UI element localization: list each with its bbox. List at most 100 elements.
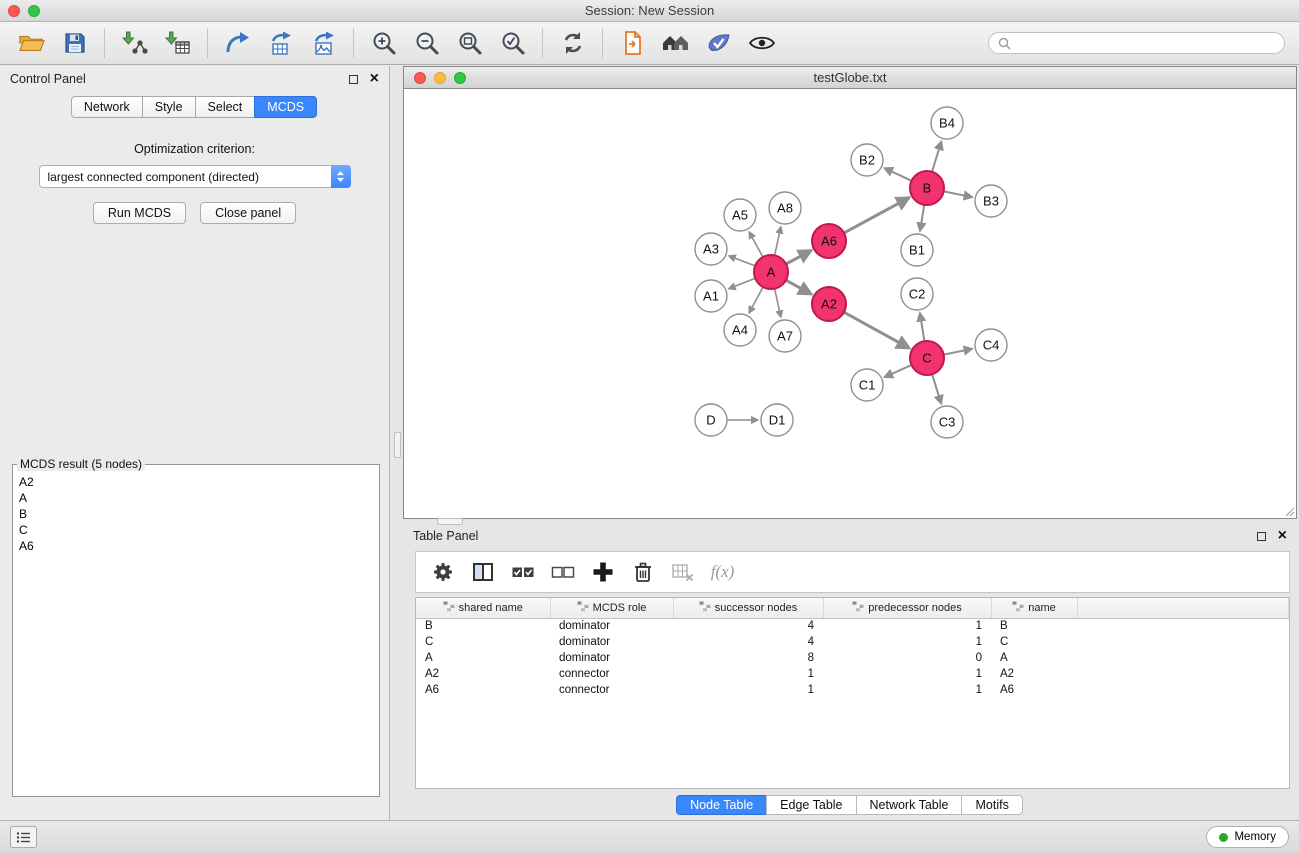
edge-B-B1[interactable] (920, 205, 924, 231)
zoom-selected-button[interactable] (491, 25, 534, 62)
window-resize-grip[interactable] (1283, 505, 1295, 517)
node-B2[interactable]: B2 (851, 144, 883, 176)
node-B3[interactable]: B3 (975, 185, 1007, 217)
node-B1[interactable]: B1 (901, 234, 933, 266)
unselect-all-button[interactable] (544, 554, 581, 590)
result-item[interactable]: C (19, 522, 373, 538)
table-row[interactable]: Adominator80A (416, 650, 1289, 666)
edge-B-B3[interactable] (944, 191, 973, 197)
column-header-predecessor-nodes[interactable]: predecessor nodes (823, 598, 991, 618)
optimization-select[interactable]: largest connected component (directed) (39, 165, 351, 188)
delete-table-button[interactable] (664, 554, 701, 590)
vertical-splitter-grip[interactable] (394, 432, 401, 458)
show-hide-details-button[interactable] (740, 25, 783, 62)
edge-A6-B[interactable] (844, 198, 909, 233)
cell-shared-name[interactable]: C (416, 634, 550, 650)
cell-mcds-role[interactable]: connector (550, 666, 673, 682)
cell-mcds-role[interactable]: dominator (550, 618, 673, 634)
open-file-button[interactable] (10, 25, 53, 62)
column-header-successor-nodes[interactable]: successor nodes (673, 598, 823, 618)
node-A6[interactable]: A6 (812, 224, 846, 258)
edge-A-A2[interactable] (786, 280, 812, 294)
edge-A-A1[interactable] (729, 278, 756, 289)
select-all-button[interactable] (504, 554, 541, 590)
delete-row-button[interactable] (624, 554, 661, 590)
tab-select[interactable]: Select (195, 96, 256, 118)
table-row[interactable]: A6connector11A6 (416, 682, 1289, 698)
cell-name[interactable]: A6 (991, 682, 1077, 698)
add-row-button[interactable] (584, 554, 621, 590)
tab-motifs[interactable]: Motifs (961, 795, 1022, 815)
cell-predecessor-nodes[interactable]: 1 (823, 634, 991, 650)
tab-edge-table[interactable]: Edge Table (766, 795, 856, 815)
table-panel-close-icon[interactable]: × (1278, 530, 1287, 542)
column-header-mcds-role[interactable]: MCDS role (550, 598, 673, 618)
edge-A-A3[interactable] (729, 256, 755, 266)
cell-mcds-role[interactable]: dominator (550, 650, 673, 666)
result-item[interactable]: A (19, 490, 373, 506)
cell-predecessor-nodes[interactable]: 1 (823, 666, 991, 682)
edge-C-C1[interactable] (884, 365, 911, 377)
cell-mcds-role[interactable]: dominator (550, 634, 673, 650)
table-row[interactable]: Bdominator41B (416, 618, 1289, 634)
cell-name[interactable]: B (991, 618, 1077, 634)
tab-node-table[interactable]: Node Table (676, 795, 767, 815)
cell-shared-name[interactable]: A (416, 650, 550, 666)
edge-C-C2[interactable] (920, 313, 925, 341)
float-panel-icon[interactable] (349, 75, 358, 84)
zoom-in-button[interactable] (362, 25, 405, 62)
node-C2[interactable]: C2 (901, 278, 933, 310)
edge-C-C3[interactable] (932, 374, 941, 404)
edge-A-A6[interactable] (786, 250, 811, 264)
import-network-button[interactable] (113, 25, 156, 62)
cell-successor-nodes[interactable]: 4 (673, 618, 823, 634)
network-file-button[interactable] (611, 25, 654, 62)
show-columns-button[interactable] (464, 554, 501, 590)
table-row[interactable]: Cdominator41C (416, 634, 1289, 650)
node-C[interactable]: C (910, 341, 944, 375)
node-B[interactable]: B (910, 171, 944, 205)
cell-successor-nodes[interactable]: 1 (673, 666, 823, 682)
edge-A-A4[interactable] (749, 287, 763, 313)
result-item[interactable]: A2 (19, 474, 373, 490)
edge-A-A5[interactable] (749, 232, 763, 257)
cell-name[interactable]: C (991, 634, 1077, 650)
cell-predecessor-nodes[interactable]: 0 (823, 650, 991, 666)
cell-mcds-role[interactable]: connector (550, 682, 673, 698)
node-A3[interactable]: A3 (695, 233, 727, 265)
network-canvas[interactable]: AA6A2BCA1A3A4A5A7A8B1B2B3B4C1C2C3C4DD1 (404, 89, 1296, 518)
node-D1[interactable]: D1 (761, 404, 793, 436)
task-history-button[interactable] (10, 826, 37, 848)
cell-shared-name[interactable]: A2 (416, 666, 550, 682)
cell-successor-nodes[interactable]: 4 (673, 634, 823, 650)
table-row[interactable]: A2connector11A2 (416, 666, 1289, 682)
save-session-button[interactable] (53, 25, 96, 62)
export-network-button[interactable] (216, 25, 259, 62)
run-mcds-button[interactable]: Run MCDS (93, 202, 186, 224)
refresh-view-button[interactable] (551, 25, 594, 62)
result-item[interactable]: A6 (19, 538, 373, 554)
cell-name[interactable]: A2 (991, 666, 1077, 682)
node-A7[interactable]: A7 (769, 320, 801, 352)
search-input[interactable] (1016, 36, 1275, 50)
tab-mcds[interactable]: MCDS (254, 96, 317, 118)
edge-B-B4[interactable] (932, 141, 941, 172)
node-C4[interactable]: C4 (975, 329, 1007, 361)
column-header-shared-name[interactable]: shared name (416, 598, 550, 618)
node-A2[interactable]: A2 (812, 287, 846, 321)
cell-shared-name[interactable]: B (416, 618, 550, 634)
node-A[interactable]: A (754, 255, 788, 289)
import-table-button[interactable] (156, 25, 199, 62)
node-B4[interactable]: B4 (931, 107, 963, 139)
search-box[interactable] (988, 32, 1285, 54)
function-builder-button[interactable]: f(x) (704, 554, 741, 590)
network-zoom-button[interactable] (454, 72, 466, 84)
float-table-panel-icon[interactable] (1257, 532, 1266, 541)
apply-style-button[interactable] (697, 25, 740, 62)
node-A5[interactable]: A5 (724, 199, 756, 231)
node-D[interactable]: D (695, 404, 727, 436)
tab-network[interactable]: Network (71, 96, 143, 118)
cell-name[interactable]: A (991, 650, 1077, 666)
edge-B-B2[interactable] (884, 168, 911, 181)
network-graph[interactable]: AA6A2BCA1A3A4A5A7A8B1B2B3B4C1C2C3C4DD1 (404, 89, 1296, 519)
